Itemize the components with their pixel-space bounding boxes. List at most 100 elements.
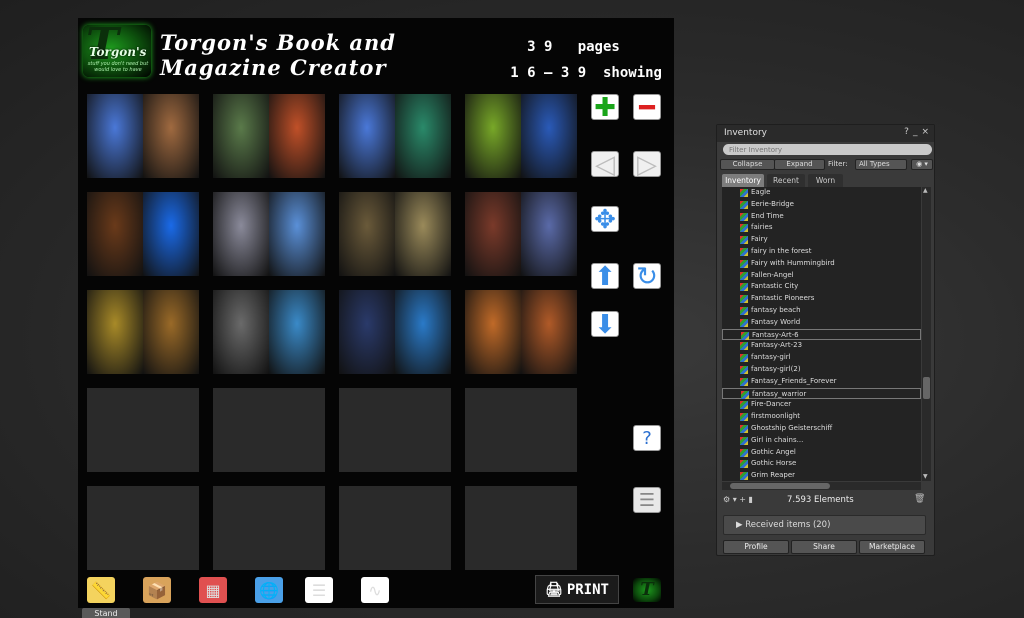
inventory-item[interactable]: End Time xyxy=(722,211,921,223)
empty-page-slot[interactable] xyxy=(87,486,199,570)
page-thumbnail[interactable] xyxy=(87,192,199,276)
empty-page-slot[interactable] xyxy=(87,388,199,472)
inventory-item-label: Eerie-Bridge xyxy=(751,199,794,208)
previous-page-icon[interactable]: ◁ xyxy=(591,151,619,178)
ruler-icon[interactable]: 📏 xyxy=(87,577,115,603)
tab-recent[interactable]: Recent xyxy=(767,174,805,187)
scroll-thumb[interactable] xyxy=(923,377,930,399)
empty-page-slot[interactable] xyxy=(339,388,451,472)
settings-list-icon[interactable]: ☰ xyxy=(305,577,333,603)
page-thumbnail[interactable] xyxy=(465,94,577,178)
page-thumbnail[interactable] xyxy=(339,290,451,374)
marketplace-button[interactable]: Marketplace xyxy=(859,540,925,554)
help-icon[interactable]: ? xyxy=(633,425,661,451)
scroll-up-icon[interactable]: ▲ xyxy=(923,187,928,194)
close-button[interactable]: × xyxy=(921,127,929,137)
profile-button[interactable]: Profile xyxy=(723,540,789,554)
inventory-item[interactable]: Fantastic City xyxy=(722,281,921,293)
refresh-icon[interactable]: ↻ xyxy=(633,263,661,290)
texture-icon xyxy=(740,413,748,422)
page-thumbnail[interactable] xyxy=(87,94,199,178)
inventory-item[interactable]: Gothic Angel xyxy=(722,447,921,459)
move-down-icon[interactable]: ⬇ xyxy=(591,311,619,338)
page-thumbnail[interactable] xyxy=(465,192,577,276)
list-icon[interactable]: ☰ xyxy=(633,487,661,513)
page-thumbnail[interactable] xyxy=(87,290,199,374)
inventory-item[interactable]: Gothic Horse xyxy=(722,458,921,470)
inventory-item[interactable]: Fairy with Hummingbird xyxy=(722,258,921,270)
received-items-panel[interactable]: ▶ Received items (20) xyxy=(723,515,926,535)
inventory-item[interactable]: Fairy xyxy=(722,234,921,246)
share-button[interactable]: Share xyxy=(791,540,857,554)
minimize-button[interactable]: _ xyxy=(913,127,918,137)
inventory-item[interactable]: fairy in the forest xyxy=(722,246,921,258)
inventory-item[interactable]: fantasy beach xyxy=(722,305,921,317)
page-thumbnail[interactable] xyxy=(339,192,451,276)
inventory-item[interactable]: Fire-Dancer xyxy=(722,399,921,411)
inventory-item[interactable]: Fantasy-Art-23 xyxy=(722,340,921,352)
page-thumbnail[interactable] xyxy=(213,290,325,374)
inventory-item-label: Eagle xyxy=(751,188,771,196)
inventory-item[interactable]: Fantastic Pioneers xyxy=(722,293,921,305)
vertical-scrollbar[interactable]: ▲ ▼ xyxy=(922,187,931,481)
inventory-item[interactable]: firstmoonlight xyxy=(722,411,921,423)
inventory-item[interactable]: Grim Reaper xyxy=(722,470,921,481)
inventory-item-label: Gothic Horse xyxy=(751,459,797,468)
collapse-button[interactable]: Collapse xyxy=(720,159,775,170)
tab-worn[interactable]: Worn xyxy=(808,174,843,187)
tab-inventory[interactable]: Inventory xyxy=(722,174,764,187)
page-thumbnail[interactable] xyxy=(465,290,577,374)
fullscreen-icon[interactable]: ✥ xyxy=(591,206,619,233)
inventory-item[interactable]: fantasy_warrior xyxy=(722,387,921,400)
inventory-item-label: Girl in chains... xyxy=(751,435,804,444)
inventory-item[interactable]: fairies xyxy=(722,222,921,234)
filter-inventory-input[interactable] xyxy=(723,144,932,155)
inventory-item[interactable]: Girl in chains... xyxy=(722,435,921,447)
inventory-item[interactable]: Eagle xyxy=(722,187,921,199)
inventory-titlebar[interactable]: Inventory ? _ × xyxy=(717,125,934,142)
inventory-item[interactable]: Ghostship Geisterschiff xyxy=(722,423,921,435)
stand-button[interactable]: Stand xyxy=(82,608,130,618)
help-button[interactable]: ? xyxy=(904,127,909,137)
empty-page-slot[interactable] xyxy=(465,388,577,472)
torgon-logo: T Torgon's stuff you don't need but woul… xyxy=(83,23,151,77)
scroll-down-icon[interactable]: ▼ xyxy=(923,473,928,480)
next-page-icon[interactable]: ▷ xyxy=(633,151,661,178)
globe-icon[interactable]: 🌐 xyxy=(255,577,283,603)
empty-page-slot[interactable] xyxy=(213,486,325,570)
add-page-icon[interactable]: ✚ xyxy=(591,94,619,121)
inventory-item[interactable]: Fallen-Angel xyxy=(722,270,921,282)
inventory-item[interactable]: fantasy-girl xyxy=(722,352,921,364)
texture-icon xyxy=(740,189,748,197)
print-button[interactable]: 🖨 PRINT xyxy=(535,575,619,604)
page-thumbnail[interactable] xyxy=(213,192,325,276)
visibility-dropdown[interactable]: ◉ ▾ xyxy=(911,159,933,170)
expand-button[interactable]: Expand xyxy=(774,159,825,170)
inventory-tools[interactable]: ⚙ ▾ + ▮ xyxy=(723,495,753,504)
empty-page-slot[interactable] xyxy=(465,486,577,570)
move-up-icon[interactable]: ⬆ xyxy=(591,263,619,290)
empty-page-slot[interactable] xyxy=(213,388,325,472)
inventory-item[interactable]: fantasy-girl(2) xyxy=(722,364,921,376)
horizontal-scrollbar[interactable] xyxy=(722,482,921,490)
calendar-icon[interactable]: ▦ xyxy=(199,577,227,603)
right-page-image xyxy=(521,290,577,374)
inventory-item[interactable]: Eerie-Bridge xyxy=(722,199,921,211)
page-thumbnail[interactable] xyxy=(213,94,325,178)
inventory-item[interactable]: Fantasy_Friends_Forever xyxy=(722,376,921,388)
texture-icon xyxy=(740,248,748,256)
inventory-list[interactable]: Eagle Eerie-Bridge End Time fairies Fairy fai… xyxy=(722,187,921,481)
empty-page-slot[interactable] xyxy=(339,486,451,570)
hscroll-thumb[interactable] xyxy=(730,483,830,489)
inventory-item[interactable]: Fantasy World xyxy=(722,317,921,329)
remove-page-icon[interactable]: ━ xyxy=(633,94,661,121)
trash-icon[interactable]: 🗑 xyxy=(914,494,925,504)
torgon-small-logo[interactable]: T xyxy=(633,578,661,602)
all-types-dropdown[interactable]: All Types xyxy=(855,159,907,170)
inventory-item[interactable]: Fantasy-Art-6 xyxy=(722,328,921,341)
page-thumbnail[interactable] xyxy=(339,94,451,178)
box-icon[interactable]: 📦 xyxy=(143,577,171,603)
texture-icon xyxy=(740,259,748,268)
pulse-icon[interactable]: ∿ xyxy=(361,577,389,603)
left-page-image xyxy=(213,192,269,276)
